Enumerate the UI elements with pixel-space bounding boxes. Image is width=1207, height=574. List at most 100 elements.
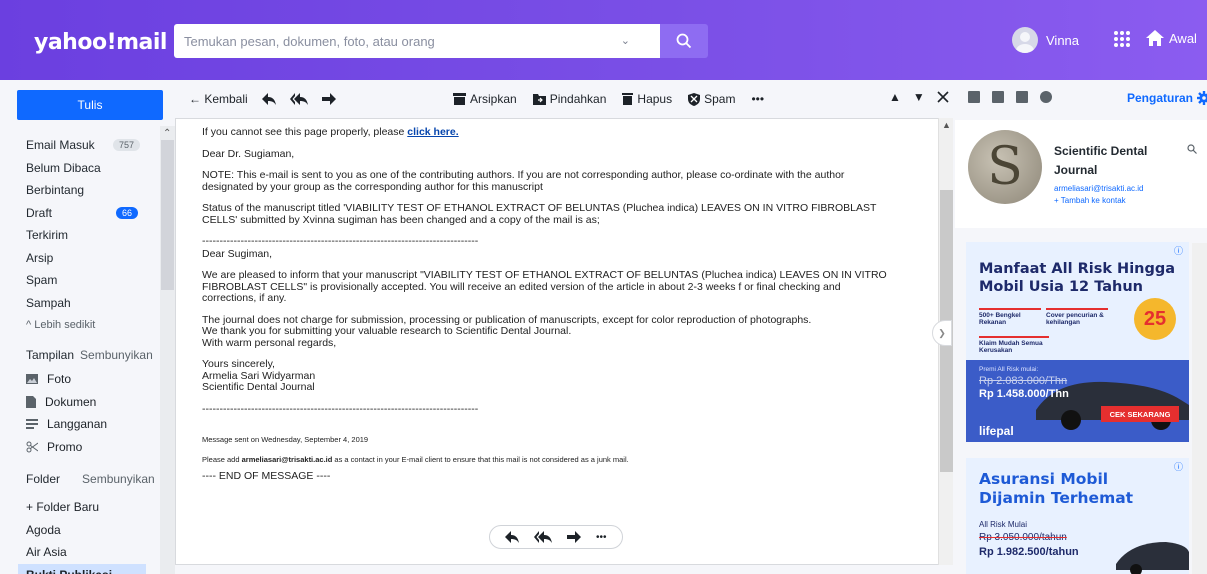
contact-name[interactable]: Scientific Dental Journal <box>1054 142 1164 180</box>
chevron-right-icon[interactable]: ❯ <box>932 320 952 346</box>
ad-brand-logo: lifepal <box>979 424 1014 438</box>
close-icon[interactable] <box>937 91 949 103</box>
user-menu[interactable]: Vinna <box>1012 27 1079 53</box>
document-icon <box>26 395 36 408</box>
previous-message-icon[interactable]: ▲ <box>889 90 901 104</box>
reply-all-icon[interactable] <box>534 531 553 543</box>
home-label: Awal <box>1169 30 1197 46</box>
ad-info-icon[interactable]: ⓘ <box>1174 244 1183 257</box>
ad-new-price: Rp 1.458.000/Thn <box>979 388 1069 400</box>
unread-count-badge: 757 <box>112 139 140 152</box>
move-folder-icon <box>532 93 546 105</box>
spam-button[interactable]: Spam <box>688 92 735 106</box>
views-hide-link[interactable]: Sembunyikan <box>80 348 153 362</box>
note-text: NOTE: This e-mail is sent to you as one … <box>202 169 845 193</box>
home-button[interactable]: Awal <box>1145 29 1197 47</box>
forward-icon[interactable] <box>321 93 336 105</box>
greeting-text: Dear Dr. Sugiaman, <box>202 147 295 160</box>
view-item-documents[interactable]: Dokumen <box>26 391 107 414</box>
next-message-icon[interactable]: ▼ <box>913 90 925 104</box>
show-less-link[interactable]: ^ Lebih sedikit <box>26 314 146 337</box>
sidebar-item-inbox[interactable]: Email Masuk 757 <box>26 134 146 157</box>
folders-header: Folder Sembunyikan <box>26 472 155 486</box>
delete-button[interactable]: Hapus <box>622 92 672 106</box>
user-name: Vinna <box>1046 32 1080 48</box>
ad-banner[interactable]: ⓘ Asuransi Mobil Dijamin Terhemat All Ri… <box>966 458 1189 574</box>
move-button[interactable]: Pindahkan <box>532 92 606 106</box>
search-icon <box>676 33 692 49</box>
sidebar-item-spam[interactable]: Spam <box>26 269 146 292</box>
folder-list: + Folder Baru Agoda Air Asia Bukti Publi… <box>18 496 168 574</box>
sidebar-item-drafts[interactable]: Draft 66 <box>26 202 146 225</box>
sidebar-item-starred[interactable]: Berbintang <box>26 179 146 202</box>
reply-icon[interactable] <box>505 531 520 543</box>
scissors-icon <box>26 441 38 453</box>
notepad-icon[interactable] <box>1016 91 1028 103</box>
ad-feature: 500+ Bengkel Rekanan <box>979 308 1041 326</box>
trash-icon <box>622 93 634 105</box>
back-button[interactable]: ← Kembali <box>189 92 248 106</box>
calendar-icon[interactable] <box>992 91 1004 103</box>
chevron-up-icon[interactable]: ▲ <box>942 120 951 130</box>
search-box[interactable]: ⌄ <box>174 24 660 58</box>
sidebar-item-unread[interactable]: Belum Dibaca <box>26 157 146 180</box>
sidebar-item-archive[interactable]: Arsip <box>26 247 146 270</box>
ad-feature: Cover pencurian & kehilangan <box>1046 308 1108 326</box>
archive-button[interactable]: Arsipkan <box>453 92 517 106</box>
sidebar-item-sent[interactable]: Terkirim <box>26 224 146 247</box>
signature-text: Yours sincerely, Armelia Sari Widyarman … <box>202 358 316 393</box>
sidebar: Tulis ⌃ Email Masuk 757 Belum Dibaca Ber… <box>0 80 175 574</box>
message-body: If you cannot see this page properly, pl… <box>202 126 912 493</box>
view-item-promo[interactable]: Promo <box>26 436 107 459</box>
yahoo-mail-logo[interactable]: yahoo!mail <box>34 30 167 55</box>
end-of-message-text: ---- END OF MESSAGE ---- <box>202 470 331 482</box>
quick-reply-bar: ••• <box>489 525 623 549</box>
subscriptions-icon <box>26 419 38 430</box>
ad-cta-button[interactable]: CEK SEKARANG <box>1101 406 1179 422</box>
ad-title: Manfaat All Risk Hingga Mobil Usia 12 Ta… <box>979 261 1176 295</box>
click-here-link[interactable]: click here. <box>407 126 458 138</box>
contact-email[interactable]: armeliasari@trisakti.ac.id <box>1054 184 1143 193</box>
acceptance-text: We are pleased to inform that your manus… <box>202 269 887 304</box>
new-folder-button[interactable]: + Folder Baru <box>18 496 168 519</box>
folder-item[interactable]: Agoda <box>18 519 168 542</box>
compose-button[interactable]: Tulis <box>17 90 163 120</box>
add-contact-link[interactable]: + Tambah ke kontak <box>1054 196 1126 205</box>
sent-date-text: Message sent on Wednesday, September 4, … <box>202 435 369 444</box>
ad-banner[interactable]: ⓘ Manfaat All Risk Hingga Mobil Usia 12 … <box>966 242 1189 442</box>
view-item-photos[interactable]: Foto <box>26 368 107 391</box>
folder-item-active[interactable]: Bukti Publikasi <box>18 563 146 574</box>
contacts-icon[interactable] <box>968 91 980 103</box>
ad-car-image <box>1116 542 1189 574</box>
settings-button[interactable]: Pengaturan <box>1127 91 1207 105</box>
chevron-down-icon[interactable]: ⌄ <box>621 34 630 47</box>
right-panel-scrollbar[interactable] <box>1192 243 1207 574</box>
divider-line: ----------------------------------------… <box>202 235 479 247</box>
discount-badge: 25 <box>1134 298 1176 340</box>
reply-all-icon[interactable] <box>289 93 308 105</box>
avatar <box>1012 27 1038 53</box>
apps-grid-icon[interactable] <box>1113 30 1131 51</box>
gear-icon <box>1197 91 1207 105</box>
message-body-frame: If you cannot see this page properly, pl… <box>175 118 953 565</box>
search-icon[interactable] <box>1187 144 1197 154</box>
view-item-subscriptions[interactable]: Langganan <box>26 413 107 436</box>
photo-icon <box>26 374 38 385</box>
folders-hide-link[interactable]: Sembunyikan <box>82 472 155 486</box>
sidebar-item-trash[interactable]: Sampah <box>26 292 146 315</box>
help-icon[interactable] <box>1040 91 1052 103</box>
search-button[interactable] <box>660 24 708 58</box>
ad-premi-label: Premi All Risk mulai: <box>979 366 1039 373</box>
forward-icon[interactable] <box>567 531 582 543</box>
avatar: S <box>968 130 1042 204</box>
top-bar: yahoo!mail ⌄ Vinna Awal <box>0 0 1207 80</box>
contact-email-text: armeliasari@trisakti.ac.id <box>241 455 333 464</box>
reply-icon[interactable] <box>261 93 276 105</box>
ad-feature: Klaim Mudah Semua Kerusakan <box>979 336 1049 354</box>
sidebar-scroll-thumb[interactable] <box>161 140 174 290</box>
search-input[interactable] <box>174 24 594 58</box>
more-icon[interactable]: ••• <box>596 532 607 543</box>
folder-item[interactable]: Air Asia <box>18 541 168 564</box>
chevron-up-icon[interactable]: ⌃ <box>163 128 171 139</box>
more-actions-button[interactable]: ••• <box>751 92 764 106</box>
